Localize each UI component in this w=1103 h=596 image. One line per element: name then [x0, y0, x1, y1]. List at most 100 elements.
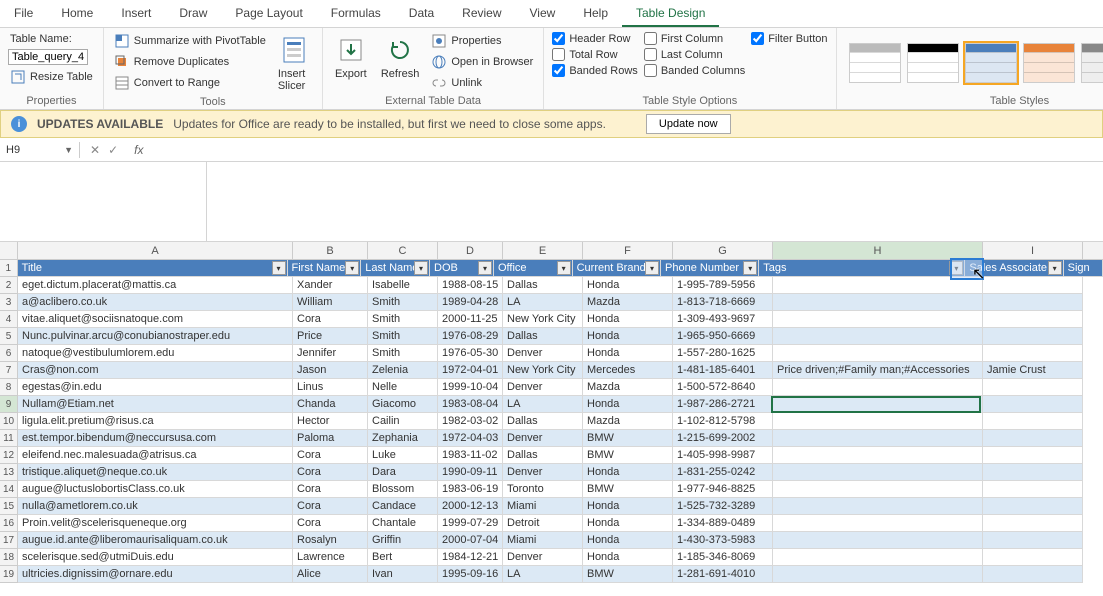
first-column-checkbox[interactable]: First Column: [644, 32, 745, 45]
cell[interactable]: Honda: [583, 277, 673, 294]
cell[interactable]: 1-977-946-8825: [673, 481, 773, 498]
cell[interactable]: Cora: [293, 481, 368, 498]
cell[interactable]: Denver: [503, 379, 583, 396]
row-header[interactable]: 16: [0, 515, 18, 532]
cell[interactable]: est.tempor.bibendum@neccursusa.com: [18, 430, 293, 447]
tab-help[interactable]: Help: [569, 0, 622, 27]
cell[interactable]: Miami: [503, 498, 583, 515]
cell[interactable]: Nullam@Etiam.net: [18, 396, 293, 413]
cell[interactable]: Denver: [503, 345, 583, 362]
row-header[interactable]: 14: [0, 481, 18, 498]
cell[interactable]: augue.id.ante@liberomaurisaliquam.co.uk: [18, 532, 293, 549]
column-header[interactable]: E: [503, 242, 583, 259]
cell[interactable]: Bert: [368, 549, 438, 566]
cell[interactable]: Xander: [293, 277, 368, 294]
cell[interactable]: ultricies.dignissim@ornare.edu: [18, 566, 293, 583]
tab-insert[interactable]: Insert: [107, 0, 165, 27]
total-row-checkbox[interactable]: Total Row: [552, 48, 638, 61]
cell[interactable]: [773, 328, 983, 345]
row-header[interactable]: 9: [0, 396, 18, 413]
cell[interactable]: 1983-06-19: [438, 481, 503, 498]
cell[interactable]: Honda: [583, 515, 673, 532]
cell[interactable]: [983, 396, 1083, 413]
cell[interactable]: natoque@vestibulumlorem.edu: [18, 345, 293, 362]
cell[interactable]: Smith: [368, 345, 438, 362]
summarize-pivot-button[interactable]: Summarize with PivotTable: [112, 32, 268, 50]
cell[interactable]: [983, 277, 1083, 294]
header-cell[interactable]: Tags▾: [759, 260, 965, 277]
header-cell[interactable]: Sign: [1064, 260, 1103, 277]
filter-button[interactable]: ▾: [414, 261, 428, 275]
filter-button[interactable]: ▾: [478, 261, 492, 275]
row-header[interactable]: 5: [0, 328, 18, 345]
table-name-input[interactable]: [8, 49, 88, 65]
cell[interactable]: [773, 311, 983, 328]
cell[interactable]: New York City: [503, 362, 583, 379]
cell[interactable]: Lawrence: [293, 549, 368, 566]
table-properties-button[interactable]: Properties: [429, 32, 535, 50]
filter-button[interactable]: ▾: [1048, 261, 1062, 275]
cell[interactable]: New York City: [503, 311, 583, 328]
last-column-checkbox[interactable]: Last Column: [644, 48, 745, 61]
cell[interactable]: Honda: [583, 498, 673, 515]
banded-rows-checkbox[interactable]: Banded Rows: [552, 64, 638, 77]
cell[interactable]: egestas@in.edu: [18, 379, 293, 396]
cell[interactable]: [983, 345, 1083, 362]
cell[interactable]: Price: [293, 328, 368, 345]
cell[interactable]: scelerisque.sed@utmiDuis.edu: [18, 549, 293, 566]
row-header[interactable]: 15: [0, 498, 18, 515]
cell[interactable]: 1-995-789-5956: [673, 277, 773, 294]
cell[interactable]: 1-102-812-5798: [673, 413, 773, 430]
cell[interactable]: [983, 294, 1083, 311]
cell[interactable]: 1988-08-15: [438, 277, 503, 294]
cell[interactable]: Dallas: [503, 413, 583, 430]
tab-review[interactable]: Review: [448, 0, 515, 27]
cell[interactable]: [773, 413, 983, 430]
cell[interactable]: Chanda: [293, 396, 368, 413]
cell[interactable]: BMW: [583, 447, 673, 464]
cell[interactable]: Mazda: [583, 294, 673, 311]
cell[interactable]: [773, 447, 983, 464]
cell[interactable]: 1-557-280-1625: [673, 345, 773, 362]
cell[interactable]: Smith: [368, 294, 438, 311]
header-cell[interactable]: DOB▾: [430, 260, 494, 277]
filter-button[interactable]: ▾: [272, 261, 286, 275]
cell[interactable]: 1995-09-16: [438, 566, 503, 583]
column-header[interactable]: H: [773, 242, 983, 259]
cell[interactable]: 1972-04-03: [438, 430, 503, 447]
cell[interactable]: Cailin: [368, 413, 438, 430]
cell[interactable]: 1-965-950-6669: [673, 328, 773, 345]
table-style-swatch[interactable]: [1023, 43, 1075, 83]
formula-input[interactable]: [149, 141, 1103, 159]
column-header[interactable]: A: [18, 242, 293, 259]
filter-button[interactable]: ▾: [743, 261, 757, 275]
cell[interactable]: Jennifer: [293, 345, 368, 362]
cell[interactable]: Denver: [503, 464, 583, 481]
row-header[interactable]: 18: [0, 549, 18, 566]
export-button[interactable]: Export: [331, 32, 371, 82]
cell[interactable]: Honda: [583, 396, 673, 413]
tab-home[interactable]: Home: [47, 0, 107, 27]
cell[interactable]: 1984-12-21: [438, 549, 503, 566]
cell[interactable]: [983, 413, 1083, 430]
cell[interactable]: Smith: [368, 311, 438, 328]
header-row-checkbox[interactable]: Header Row: [552, 32, 638, 45]
cell[interactable]: 1990-09-11: [438, 464, 503, 481]
cell[interactable]: [773, 379, 983, 396]
unlink-button[interactable]: Unlink: [429, 74, 535, 92]
cell[interactable]: 1982-03-02: [438, 413, 503, 430]
cell[interactable]: [983, 430, 1083, 447]
cell[interactable]: 1-525-732-3289: [673, 498, 773, 515]
cell[interactable]: augue@luctuslobortisClass.co.uk: [18, 481, 293, 498]
cell[interactable]: 2000-11-25: [438, 311, 503, 328]
row-header[interactable]: 19: [0, 566, 18, 583]
cell[interactable]: BMW: [583, 566, 673, 583]
table-style-swatch[interactable]: [1081, 43, 1103, 83]
banded-columns-checkbox[interactable]: Banded Columns: [644, 64, 745, 77]
cell[interactable]: Price driven;#Family man;#Accessories: [773, 362, 983, 379]
cell[interactable]: Paloma: [293, 430, 368, 447]
cell[interactable]: [983, 447, 1083, 464]
row-header[interactable]: 10: [0, 413, 18, 430]
cell[interactable]: 1-987-286-2721: [673, 396, 773, 413]
tab-formulas[interactable]: Formulas: [317, 0, 395, 27]
